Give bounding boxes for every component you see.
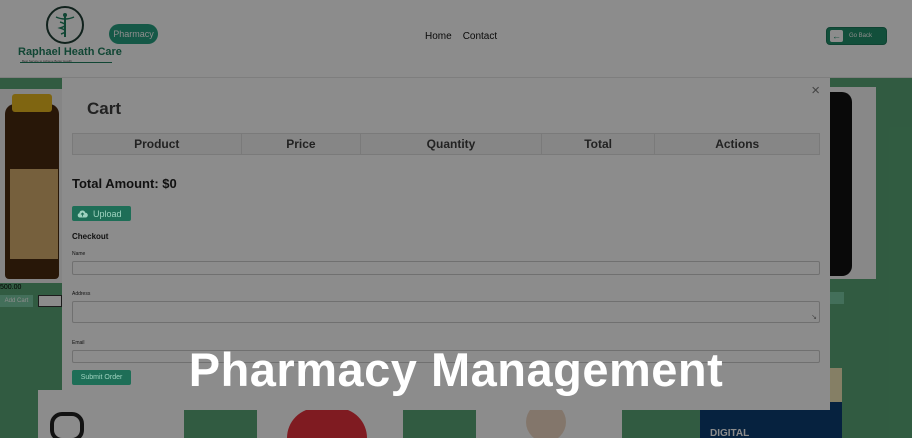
close-icon[interactable]: × [811,82,820,99]
column-quantity: Quantity [361,134,542,154]
upload-label: Upload [93,208,122,219]
column-total: Total [542,134,656,154]
column-price: Price [242,134,362,154]
upload-button[interactable]: Upload [72,206,131,221]
name-label: Name [72,251,86,257]
cloud-upload-icon [77,210,88,217]
address-field[interactable]: ↘ [72,301,820,323]
checkout-heading: Checkout [72,232,109,241]
page-caption: Pharmacy Management [188,343,724,396]
name-field[interactable] [72,261,820,275]
column-product: Product [73,134,242,154]
total-amount: Total Amount: $0 [72,176,177,191]
resize-handle-icon[interactable]: ↘ [811,313,817,321]
column-actions: Actions [715,137,760,151]
address-label: Address [72,291,91,297]
modal-title: Cart [87,99,122,118]
cart-table-header: Product Price Quantity Total Actions [72,133,820,155]
